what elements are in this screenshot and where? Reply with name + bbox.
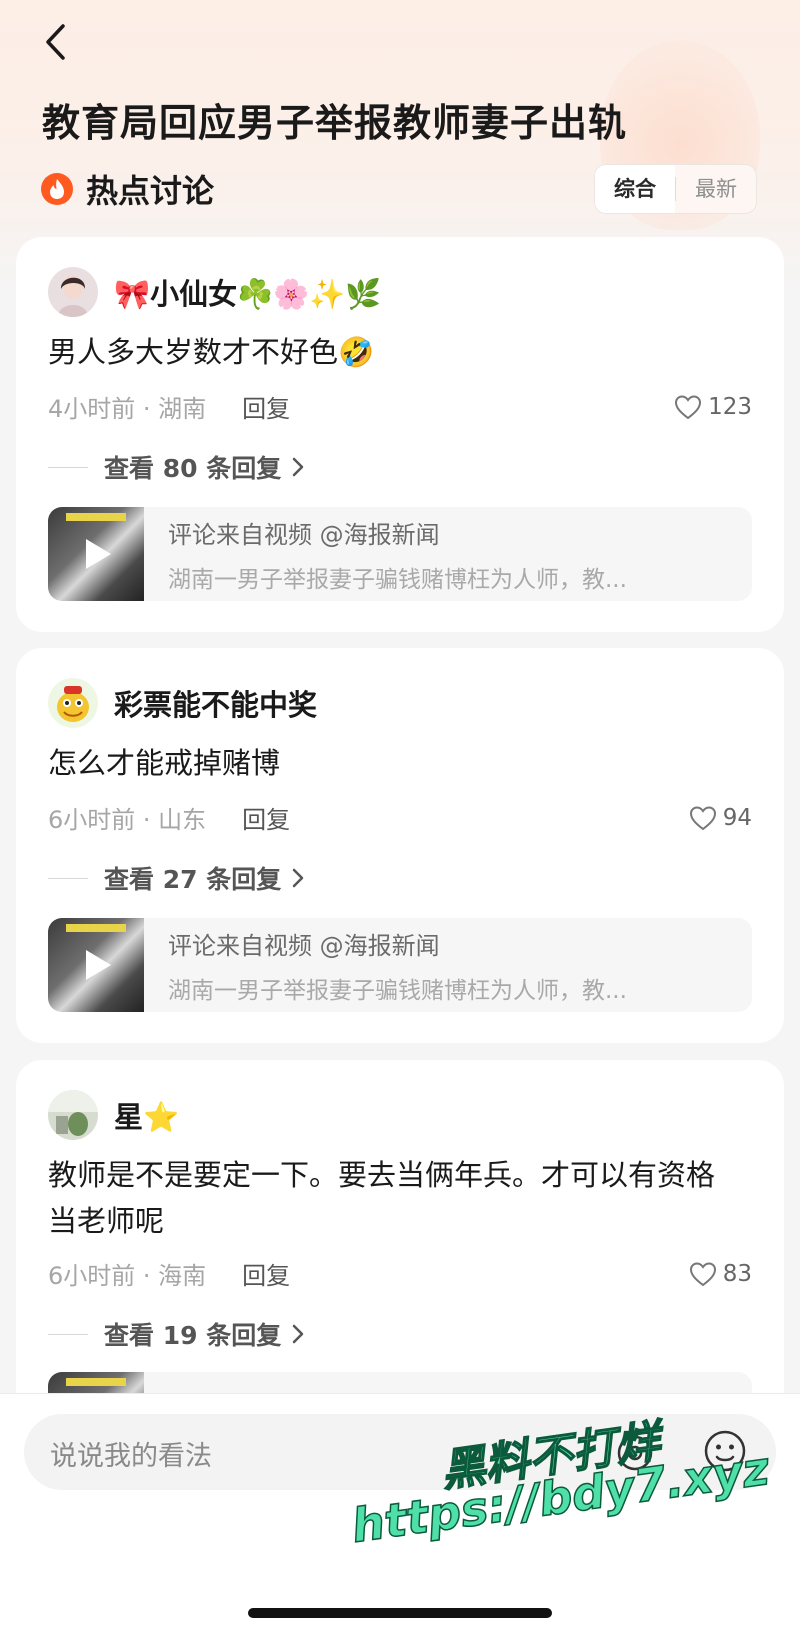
sort-tab-comprehensive[interactable]: 综合 — [595, 165, 675, 213]
chevron-right-icon — [292, 457, 304, 477]
heart-icon — [675, 394, 702, 419]
play-icon — [86, 539, 111, 569]
username[interactable]: 星⭐ — [114, 1094, 179, 1136]
source-label: 评论来自视频 @海报新闻 — [168, 931, 440, 960]
view-replies-link[interactable]: 查看 27 条回复 — [48, 860, 305, 896]
avatar[interactable] — [48, 678, 98, 728]
avatar[interactable] — [48, 1090, 98, 1140]
like-count: 123 — [708, 393, 752, 420]
heart-icon — [689, 1261, 716, 1286]
comment-text: 男人多大岁数才不好色🤣 — [48, 335, 375, 369]
divider-line — [48, 1333, 88, 1335]
username[interactable]: 🎀小仙女☘️🌸✨🌿 — [114, 271, 382, 313]
comment-card: 彩票能不能中奖 怎么才能戒掉赌博 6小时前 · 山东 回复 94 查看 27 条… — [16, 648, 784, 1043]
back-button[interactable] — [36, 22, 76, 62]
source-video-title: 湖南一男子举报妻子骗钱赌博枉为人师，教... — [168, 977, 627, 1004]
chevron-left-icon — [46, 24, 65, 60]
comment-input-placeholder: 说说我的看法 — [50, 1441, 212, 1472]
view-replies-link[interactable]: 查看 80 条回复 — [48, 449, 305, 485]
source-video-link[interactable]: 评论来自视频 @海报新闻 湖南一男子举报妻子骗钱赌博枉为人师，教... — [48, 918, 752, 1012]
chevron-right-icon — [292, 1324, 304, 1344]
divider-line — [48, 877, 88, 879]
timestamp-location: 6小时前 · 山东 — [48, 806, 207, 834]
sort-toggle: 综合 最新 — [594, 164, 757, 214]
video-thumbnail — [48, 507, 144, 601]
hot-flame-icon — [41, 173, 73, 205]
source-video-link[interactable]: 评论来自视频 @海报新闻 湖南一男子举报妻子骗钱赌博枉为人师，教... — [48, 507, 752, 601]
divider-line — [48, 466, 88, 468]
view-replies-label: 查看 27 条回复 — [104, 865, 282, 894]
page-title: 教育局回应男子举报教师妻子出轨 — [42, 101, 628, 145]
reply-button[interactable]: 回复 — [242, 389, 290, 424]
chevron-right-icon — [292, 868, 304, 888]
heart-icon — [689, 805, 716, 830]
timestamp-location: 6小时前 · 海南 — [48, 1262, 207, 1290]
source-video-title: 湖南一男子举报妻子骗钱赌博枉为人师，教... — [168, 566, 627, 593]
reply-button[interactable]: 回复 — [242, 800, 290, 835]
sort-tab-latest[interactable]: 最新 — [676, 165, 756, 213]
view-replies-link[interactable]: 查看 19 条回复 — [48, 1316, 305, 1352]
like-count: 94 — [722, 804, 752, 831]
video-thumbnail — [48, 918, 144, 1012]
username[interactable]: 彩票能不能中奖 — [114, 682, 317, 724]
section-title: 热点讨论 — [86, 172, 215, 210]
like-button[interactable]: 83 — [689, 1261, 752, 1287]
view-replies-label: 查看 80 条回复 — [104, 454, 282, 483]
like-button[interactable]: 94 — [689, 805, 752, 831]
timestamp-location: 4小时前 · 湖南 — [48, 395, 207, 423]
avatar[interactable] — [48, 267, 98, 317]
comment-text: 怎么才能戒掉赌博 — [48, 746, 281, 780]
like-count: 83 — [722, 1260, 752, 1287]
comment-text: 教师是不是要定一下。要去当俩年兵。才可以有资格当老师呢 — [48, 1158, 716, 1238]
section-header: 热点讨论 — [40, 166, 214, 212]
like-button[interactable]: 123 — [674, 394, 752, 420]
reply-button[interactable]: 回复 — [242, 1256, 290, 1291]
thumbnail-banner — [66, 513, 126, 521]
thumbnail-banner — [66, 924, 126, 932]
comment-card: 🎀小仙女☘️🌸✨🌿 男人多大岁数才不好色🤣 4小时前 · 湖南 回复 123 查… — [16, 237, 784, 632]
home-indicator[interactable] — [248, 1608, 552, 1618]
thumbnail-banner — [66, 1378, 126, 1386]
source-label: 评论来自视频 @海报新闻 — [168, 520, 440, 549]
view-replies-label: 查看 19 条回复 — [104, 1321, 282, 1350]
play-icon — [86, 950, 111, 980]
